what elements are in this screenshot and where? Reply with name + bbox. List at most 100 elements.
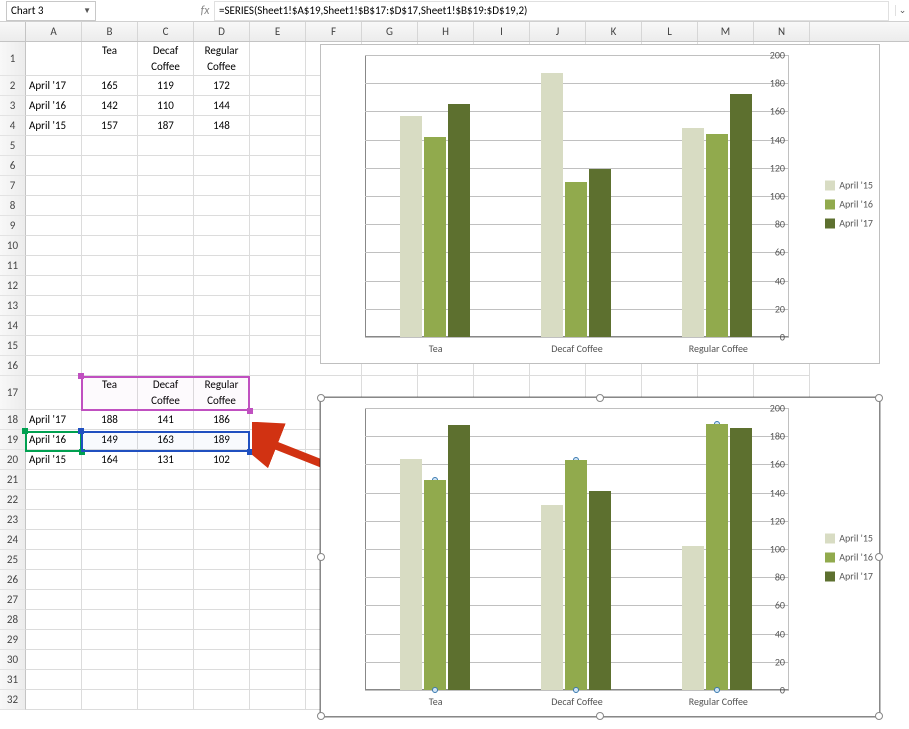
cell[interactable]	[250, 236, 306, 256]
cell[interactable]	[194, 630, 250, 650]
cell[interactable]	[194, 650, 250, 670]
row-header[interactable]: 26	[0, 570, 26, 590]
cell[interactable]	[250, 410, 306, 430]
cell[interactable]	[82, 550, 138, 570]
cell[interactable]	[138, 470, 194, 490]
cell[interactable]	[26, 650, 82, 670]
cell[interactable]	[194, 236, 250, 256]
row-header[interactable]: 20	[0, 450, 26, 470]
column-header[interactable]: D	[194, 22, 250, 41]
name-box[interactable]: Chart 3 ▼	[6, 1, 96, 21]
cell[interactable]	[138, 156, 194, 176]
cell[interactable]	[194, 570, 250, 590]
expand-formula-icon[interactable]: ⌄	[895, 5, 909, 16]
cell[interactable]	[82, 610, 138, 630]
cell[interactable]: Tea	[82, 376, 138, 410]
cell[interactable]	[138, 296, 194, 316]
chart-bar[interactable]	[541, 505, 563, 690]
row-header[interactable]: 17	[0, 376, 26, 410]
chart-bar[interactable]	[424, 137, 446, 337]
cell[interactable]	[194, 276, 250, 296]
column-header[interactable]: N	[754, 22, 810, 41]
cell[interactable]	[250, 430, 306, 450]
column-header[interactable]: J	[530, 22, 586, 41]
row-header[interactable]: 3	[0, 96, 26, 116]
cell[interactable]: 119	[138, 76, 194, 96]
cell[interactable]: 157	[82, 116, 138, 136]
row-header[interactable]: 29	[0, 630, 26, 650]
cell[interactable]	[194, 490, 250, 510]
select-all-corner[interactable]	[0, 22, 26, 41]
chart-bar[interactable]	[448, 104, 470, 337]
column-header[interactable]: F	[306, 22, 362, 41]
resize-handle[interactable]	[875, 553, 883, 561]
row-header[interactable]: 12	[0, 276, 26, 296]
chart-2[interactable]: 020406080100120140160180200TeaDecaf Coff…	[320, 397, 880, 717]
cell[interactable]	[82, 156, 138, 176]
row-header[interactable]: 16	[0, 356, 26, 376]
cell[interactable]	[138, 550, 194, 570]
chevron-down-icon[interactable]: ▼	[83, 6, 91, 16]
cell[interactable]: April '17	[26, 76, 82, 96]
cell[interactable]	[82, 530, 138, 550]
range-handle[interactable]	[22, 428, 28, 434]
range-handle[interactable]	[247, 449, 253, 455]
cell[interactable]	[138, 690, 194, 710]
chart-bar[interactable]	[589, 491, 611, 690]
cell[interactable]	[138, 530, 194, 550]
cell[interactable]	[138, 336, 194, 356]
row-header[interactable]: 4	[0, 116, 26, 136]
cell[interactable]	[26, 590, 82, 610]
cell[interactable]	[26, 670, 82, 690]
cell[interactable]	[82, 470, 138, 490]
cell[interactable]	[82, 670, 138, 690]
cell[interactable]	[138, 216, 194, 236]
cell[interactable]	[250, 650, 306, 670]
cell[interactable]	[26, 510, 82, 530]
cell[interactable]	[138, 490, 194, 510]
row-header[interactable]: 23	[0, 510, 26, 530]
column-header[interactable]: A	[26, 22, 82, 41]
cell[interactable]	[194, 550, 250, 570]
column-header[interactable]: K	[586, 22, 642, 41]
cell[interactable]	[250, 376, 306, 410]
row-header[interactable]: 30	[0, 650, 26, 670]
cell[interactable]	[194, 216, 250, 236]
row-header[interactable]: 13	[0, 296, 26, 316]
cell[interactable]	[82, 630, 138, 650]
row-header[interactable]: 6	[0, 156, 26, 176]
cell[interactable]	[138, 136, 194, 156]
cell[interactable]	[250, 296, 306, 316]
cell[interactable]	[82, 650, 138, 670]
cell[interactable]	[194, 316, 250, 336]
cell[interactable]	[194, 610, 250, 630]
cell[interactable]	[26, 256, 82, 276]
cell[interactable]	[26, 316, 82, 336]
cell[interactable]	[26, 470, 82, 490]
cell[interactable]	[138, 316, 194, 336]
cell[interactable]	[194, 176, 250, 196]
cell[interactable]: 144	[194, 96, 250, 116]
cell[interactable]	[26, 610, 82, 630]
formula-bar[interactable]: =SERIES(Sheet1!$A$19,Sheet1!$B$17:$D$17,…	[214, 1, 889, 21]
cell[interactable]	[82, 236, 138, 256]
resize-handle[interactable]	[875, 712, 883, 720]
column-header[interactable]: B	[82, 22, 138, 41]
cell[interactable]	[250, 570, 306, 590]
cell[interactable]	[250, 156, 306, 176]
resize-handle[interactable]	[317, 553, 325, 561]
cell[interactable]	[194, 530, 250, 550]
cell[interactable]	[250, 176, 306, 196]
cell[interactable]	[194, 136, 250, 156]
cell[interactable]	[250, 116, 306, 136]
cell[interactable]	[194, 510, 250, 530]
resize-handle[interactable]	[317, 712, 325, 720]
cell[interactable]	[26, 630, 82, 650]
cell[interactable]: Decaf Coffee	[138, 376, 194, 410]
cell[interactable]	[194, 590, 250, 610]
cell[interactable]	[250, 276, 306, 296]
row-header[interactable]: 18	[0, 410, 26, 430]
chart-bar[interactable]	[565, 460, 587, 690]
row-header[interactable]: 25	[0, 550, 26, 570]
chart-bar[interactable]	[400, 116, 422, 337]
